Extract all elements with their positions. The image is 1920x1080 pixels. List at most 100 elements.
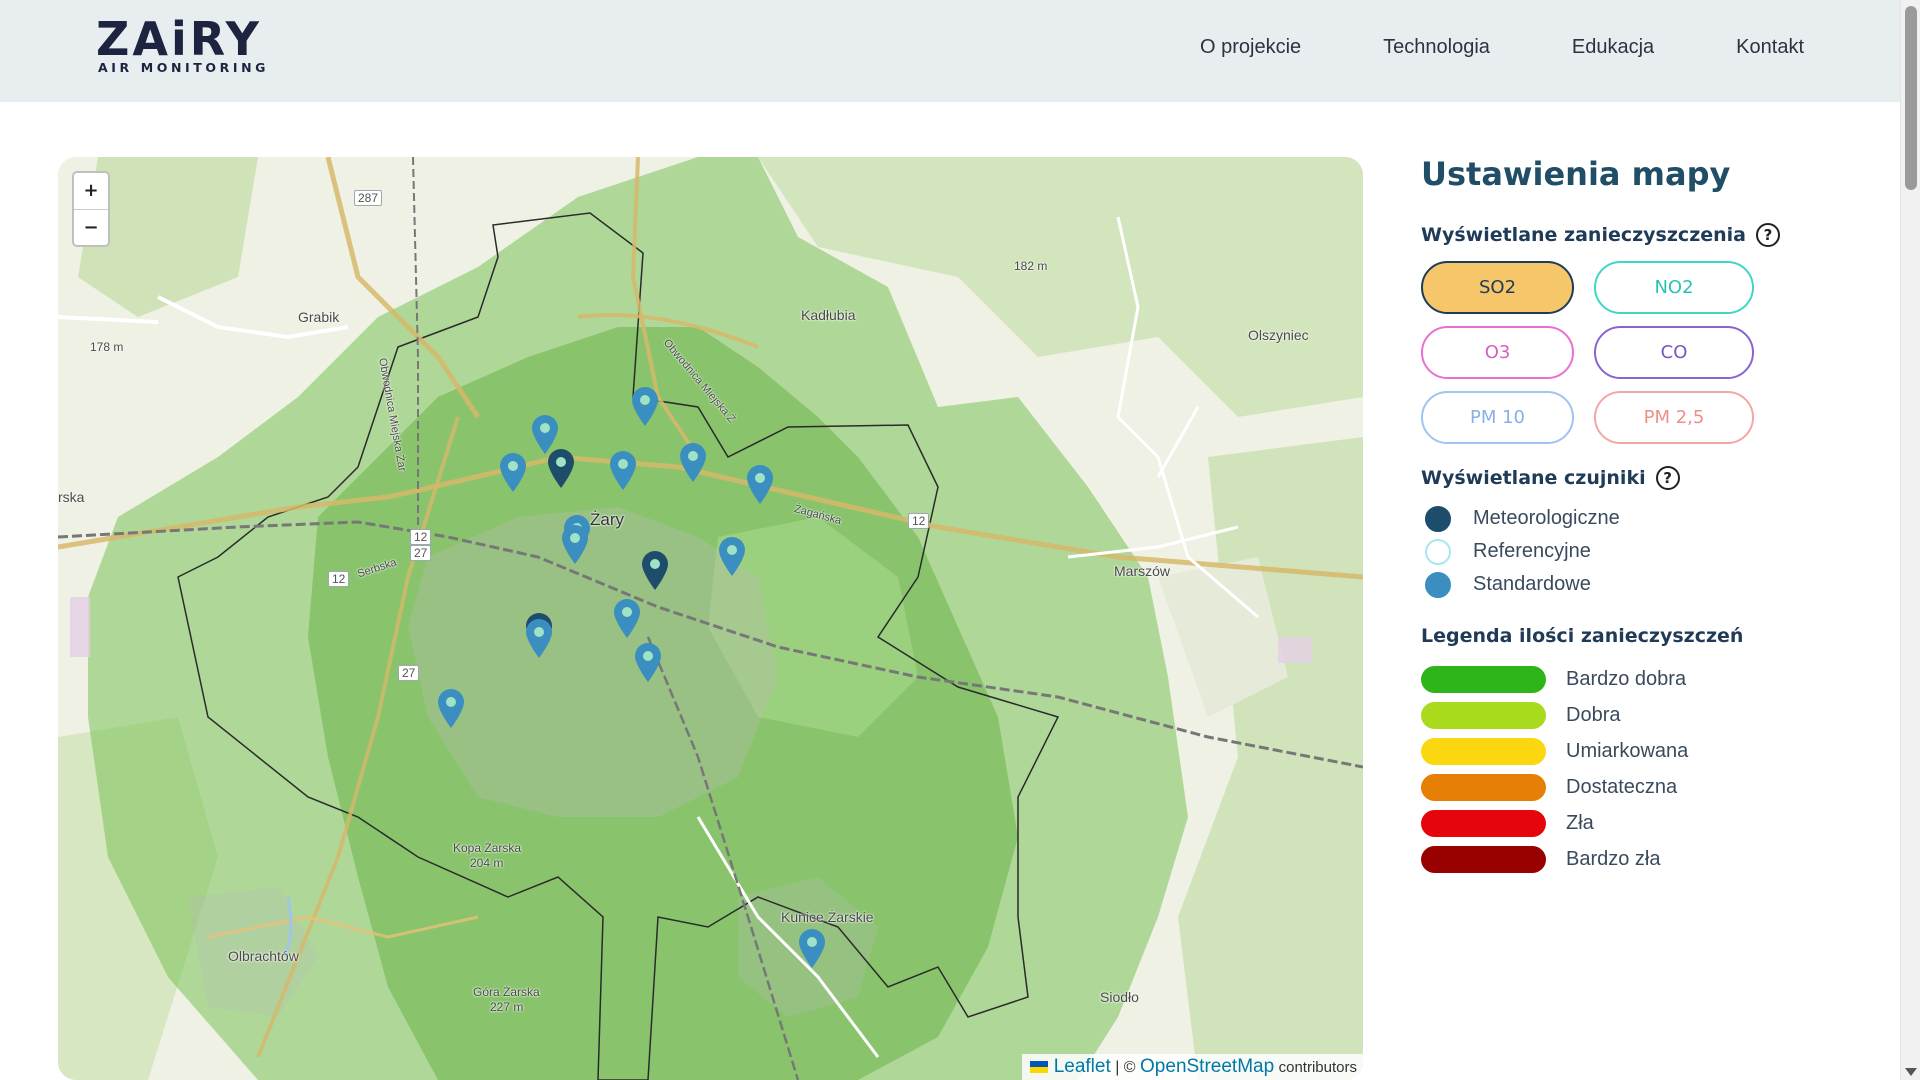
map-label-kopa: Kopa Żarska <box>453 841 522 855</box>
legend-swatch <box>1421 845 1546 873</box>
legend-label: Bardzo dobra <box>1566 667 1687 690</box>
nav-link-education[interactable]: Edukacja <box>1572 36 1654 59</box>
map-attribution: Leaflet | © OpenStreetMap contributors <box>1021 1054 1363 1080</box>
nav-link-contact[interactable]: Kontakt <box>1736 36 1804 59</box>
sensor-marker-standard[interactable] <box>608 449 638 491</box>
legend-item: Zła <box>1421 805 1841 841</box>
road-shield-12-east: 12 <box>908 513 930 529</box>
legend-title-text: Legenda ilości zanieczyszczeń <box>1421 625 1744 647</box>
pollutant-toggles: SO2 NO2 O3 CO PM 10 PM 2,5 <box>1421 261 1841 444</box>
logo-tagline: AIR MONITORING <box>98 60 270 75</box>
legend-label: Dobra <box>1566 703 1621 726</box>
map-settings-panel: Ustawienia mapy Wyświetlane zanieczyszcz… <box>1421 155 1841 877</box>
pollutants-title-text: Wyświetlane zanieczyszczenia <box>1421 224 1746 246</box>
pollutant-toggle-o3[interactable]: O3 <box>1421 326 1574 379</box>
map-label-olszyniec: Olszyniec <box>1248 327 1309 343</box>
map-label-kunice: Kunice Żarskie <box>781 909 874 925</box>
sensors-title-text: Wyświetlane czujniki <box>1421 467 1646 489</box>
sensor-type-list: Meteorologiczne Referencyjne Standardowe <box>1421 502 1841 601</box>
pollutant-toggle-so2[interactable]: SO2 <box>1421 261 1574 314</box>
road-shield-27-junction: 27 <box>410 545 432 561</box>
air-quality-map[interactable]: Żary Grabik Kadłubia Olszyniec Marszów O… <box>58 157 1363 1080</box>
road-shield-287: 287 <box>354 190 383 206</box>
scroll-down-arrow-icon[interactable] <box>1905 1068 1917 1076</box>
attribution-contributors: contributors <box>1278 1059 1357 1076</box>
sensor-marker-standard[interactable] <box>717 535 747 577</box>
sensor-label: Standardowe <box>1473 573 1591 595</box>
legend-item: Dobra <box>1421 697 1841 733</box>
road-shield-12-junction: 12 <box>410 529 432 545</box>
pollution-legend: Bardzo dobra Dobra Umiarkowana Dostatecz… <box>1421 661 1841 877</box>
sensors-section-title: Wyświetlane czujniki ? <box>1421 466 1841 490</box>
nav-link-technology[interactable]: Technologia <box>1383 36 1490 59</box>
map-tiles <box>58 157 1363 1080</box>
sensor-dot-icon <box>1425 538 1451 565</box>
sensor-marker-standard[interactable] <box>612 597 642 639</box>
nav-link-about[interactable]: O projekcie <box>1200 36 1301 59</box>
sensor-dot-icon <box>1425 505 1451 532</box>
map-label-kadlubia: Kadłubia <box>801 307 856 323</box>
sensor-marker-standard[interactable] <box>678 441 708 483</box>
legend-item: Dostateczna <box>1421 769 1841 805</box>
legend-swatch <box>1421 737 1546 765</box>
site-header: ZAiRY AIR MONITORING O projekcie Technol… <box>0 0 1900 102</box>
sensor-marker-standard[interactable] <box>524 617 554 659</box>
sensor-marker-standard[interactable] <box>745 463 775 505</box>
sensor-toggle-reference[interactable]: Referencyjne <box>1421 535 1841 568</box>
legend-label: Zła <box>1566 811 1594 834</box>
legend-swatch <box>1421 773 1546 801</box>
road-shield-12-west: 12 <box>328 571 350 587</box>
sensor-label: Referencyjne <box>1473 540 1591 562</box>
sensor-marker-meteorological[interactable] <box>640 549 670 591</box>
pollutants-section-title: Wyświetlane zanieczyszczenia ? <box>1421 223 1841 247</box>
zoom-in-button[interactable]: + <box>74 173 108 209</box>
sensor-dot-icon <box>1425 571 1451 598</box>
sensor-toggle-standard[interactable]: Standardowe <box>1421 568 1841 601</box>
legend-label: Dostateczna <box>1566 775 1678 798</box>
legend-section-title: Legenda ilości zanieczyszczeń <box>1421 625 1841 647</box>
ukraine-flag-icon <box>1029 1061 1048 1073</box>
map-label-gora: Góra Żarska <box>473 985 540 999</box>
pollutant-toggle-no2[interactable]: NO2 <box>1594 261 1754 314</box>
pollutant-toggle-co[interactable]: CO <box>1594 326 1754 379</box>
map-label-olbrachtow: Olbrachtów <box>228 948 299 964</box>
sensor-marker-standard[interactable] <box>560 523 590 565</box>
logo-wordmark: ZAiRY <box>96 12 262 66</box>
pollutant-toggle-pm25[interactable]: PM 2,5 <box>1594 391 1754 444</box>
sensor-label: Meteorologiczne <box>1473 507 1620 529</box>
legend-label: Umiarkowana <box>1566 739 1689 762</box>
sensor-marker-standard[interactable] <box>630 385 660 427</box>
legend-swatch <box>1421 701 1546 729</box>
zoom-control: + − <box>72 171 110 247</box>
leaflet-link[interactable]: Leaflet <box>1054 1056 1111 1077</box>
page-scrollbar[interactable] <box>1900 0 1920 1080</box>
sensor-marker-standard[interactable] <box>436 687 466 729</box>
sensor-marker-meteorological[interactable] <box>546 447 576 489</box>
openstreetmap-link[interactable]: OpenStreetMap <box>1140 1056 1274 1077</box>
legend-swatch <box>1421 809 1546 837</box>
zoom-out-button[interactable]: − <box>74 209 108 245</box>
map-label-zary: Żary <box>590 510 624 529</box>
map-label-grabik: Grabik <box>298 309 340 325</box>
sensor-marker-standard[interactable] <box>633 641 663 683</box>
pollutant-toggle-pm10[interactable]: PM 10 <box>1421 391 1574 444</box>
sensor-marker-standard[interactable] <box>498 451 528 493</box>
map-label-height-182: 182 m <box>1014 259 1048 273</box>
legend-label: Bardzo zła <box>1566 847 1661 870</box>
legend-swatch <box>1421 665 1546 693</box>
scrollbar-thumb[interactable] <box>1905 6 1917 190</box>
legend-item: Bardzo dobra <box>1421 661 1841 697</box>
road-shield-27: 27 <box>398 665 420 681</box>
sensors-help-icon[interactable]: ? <box>1655 466 1680 490</box>
map-label-kopa-height: 204 m <box>470 856 504 870</box>
map-label-siodlo: Siodło <box>1100 989 1139 1005</box>
pollutants-help-icon[interactable]: ? <box>1756 223 1780 247</box>
sensor-toggle-meteorological[interactable]: Meteorologiczne <box>1421 502 1841 535</box>
sensor-marker-standard[interactable] <box>797 927 827 969</box>
legend-item: Bardzo zła <box>1421 841 1841 877</box>
map-label-height-178: 178 m <box>90 340 124 354</box>
legend-item: Umiarkowana <box>1421 733 1841 769</box>
main-nav: O projekcie Technologia Edukacja Kontakt <box>1200 36 1804 59</box>
logo[interactable]: ZAiRY AIR MONITORING <box>96 14 269 75</box>
map-label-gora-height: 227 m <box>490 1000 524 1014</box>
